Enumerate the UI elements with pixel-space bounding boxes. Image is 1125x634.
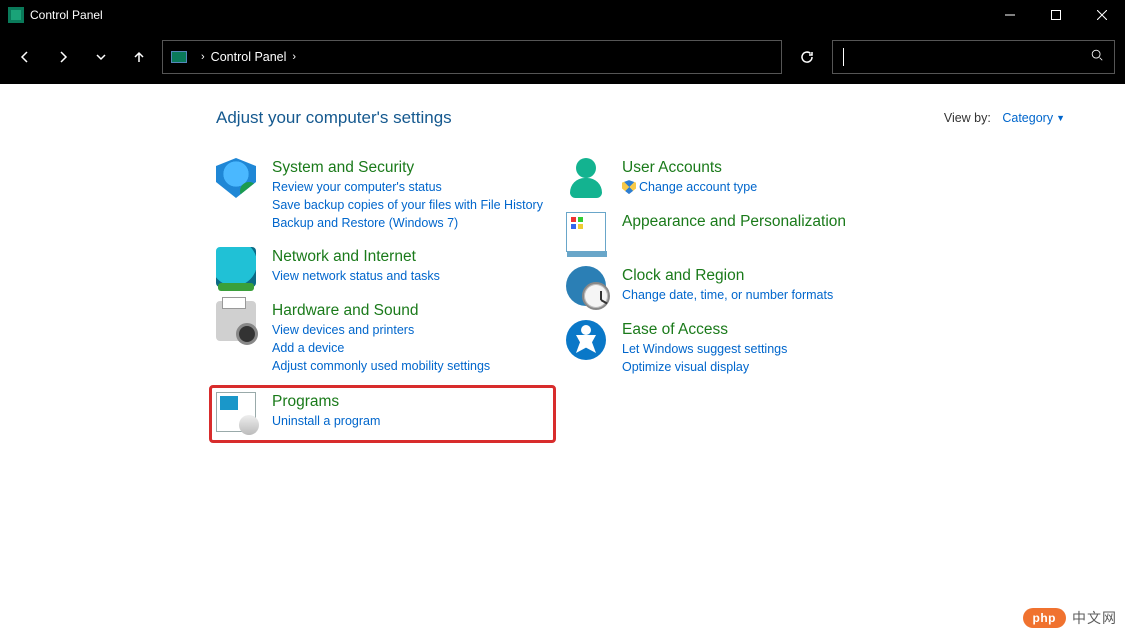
appearance-icon	[566, 212, 606, 252]
category-link[interactable]: View devices and printers	[272, 321, 490, 339]
maximize-button[interactable]	[1033, 0, 1079, 30]
globe-icon	[216, 247, 256, 287]
category-hardware-sound[interactable]: Hardware and Sound View devices and prin…	[216, 297, 566, 380]
search-icon	[1090, 48, 1104, 67]
category-title[interactable]: Ease of Access	[622, 320, 787, 340]
breadcrumb-separator-icon: ›	[201, 51, 205, 63]
watermark-pill: php	[1023, 608, 1067, 628]
back-button[interactable]	[10, 42, 40, 72]
shield-icon	[216, 158, 256, 198]
category-title[interactable]: Hardware and Sound	[272, 301, 490, 321]
titlebar: Control Panel	[0, 0, 1125, 30]
category-link[interactable]: Review your computer's status	[272, 178, 543, 196]
accessibility-icon	[566, 320, 606, 360]
category-link[interactable]: Backup and Restore (Windows 7)	[272, 214, 543, 232]
address-bar[interactable]: › Control Panel ›	[162, 40, 782, 74]
category-link[interactable]: Optimize visual display	[622, 358, 787, 376]
category-system-security[interactable]: System and Security Review your computer…	[216, 154, 566, 237]
content-area: Adjust your computer's settings View by:…	[0, 84, 1125, 634]
category-title[interactable]: Appearance and Personalization	[622, 212, 846, 232]
navbar: › Control Panel ›	[0, 30, 1125, 84]
clock-icon	[566, 266, 606, 306]
category-link[interactable]: Uninstall a program	[272, 412, 380, 430]
category-link[interactable]: View network status and tasks	[272, 267, 440, 285]
window-title: Control Panel	[30, 8, 103, 22]
address-icon	[171, 51, 187, 63]
category-link[interactable]: Save backup copies of your files with Fi…	[272, 196, 543, 214]
category-title[interactable]: Clock and Region	[622, 266, 833, 286]
category-link[interactable]: Let Windows suggest settings	[622, 340, 787, 358]
watermark: php 中文网	[1023, 608, 1118, 628]
text-caret	[843, 48, 844, 66]
category-title[interactable]: Network and Internet	[272, 247, 440, 267]
category-programs[interactable]: Programs Uninstall a program	[209, 385, 556, 443]
uac-shield-icon	[622, 180, 636, 194]
breadcrumb-separator-icon: ›	[292, 51, 296, 63]
refresh-button[interactable]	[790, 40, 824, 74]
recent-locations-button[interactable]	[86, 42, 116, 72]
programs-icon	[216, 392, 256, 432]
view-by-dropdown[interactable]: Category▼	[1002, 111, 1065, 125]
category-link[interactable]: Adjust commonly used mobility settings	[272, 357, 490, 375]
category-network-internet[interactable]: Network and Internet View network status…	[216, 243, 566, 291]
chevron-down-icon: ▼	[1056, 113, 1065, 123]
close-button[interactable]	[1079, 0, 1125, 30]
page-title: Adjust your computer's settings	[216, 108, 452, 128]
control-panel-icon	[8, 7, 24, 23]
category-link[interactable]: Change account type	[622, 178, 757, 196]
breadcrumb-root[interactable]: Control Panel	[211, 50, 287, 64]
category-link[interactable]: Change date, time, or number formats	[622, 286, 833, 304]
category-ease-of-access[interactable]: Ease of Access Let Windows suggest setti…	[566, 316, 916, 380]
watermark-text: 中文网	[1072, 608, 1117, 628]
search-input[interactable]	[832, 40, 1115, 74]
category-title[interactable]: User Accounts	[622, 158, 757, 178]
forward-button[interactable]	[48, 42, 78, 72]
category-user-accounts[interactable]: User Accounts Change account type	[566, 154, 916, 202]
view-by-label: View by:	[944, 111, 991, 125]
view-by: View by: Category▼	[944, 111, 1065, 125]
up-button[interactable]	[124, 42, 154, 72]
minimize-button[interactable]	[987, 0, 1033, 30]
user-icon	[566, 158, 606, 198]
category-clock-region[interactable]: Clock and Region Change date, time, or n…	[566, 262, 916, 310]
category-title[interactable]: Programs	[272, 392, 380, 412]
category-link[interactable]: Add a device	[272, 339, 490, 357]
category-title[interactable]: System and Security	[272, 158, 543, 178]
category-appearance[interactable]: Appearance and Personalization	[566, 208, 916, 256]
printer-icon	[216, 301, 256, 341]
